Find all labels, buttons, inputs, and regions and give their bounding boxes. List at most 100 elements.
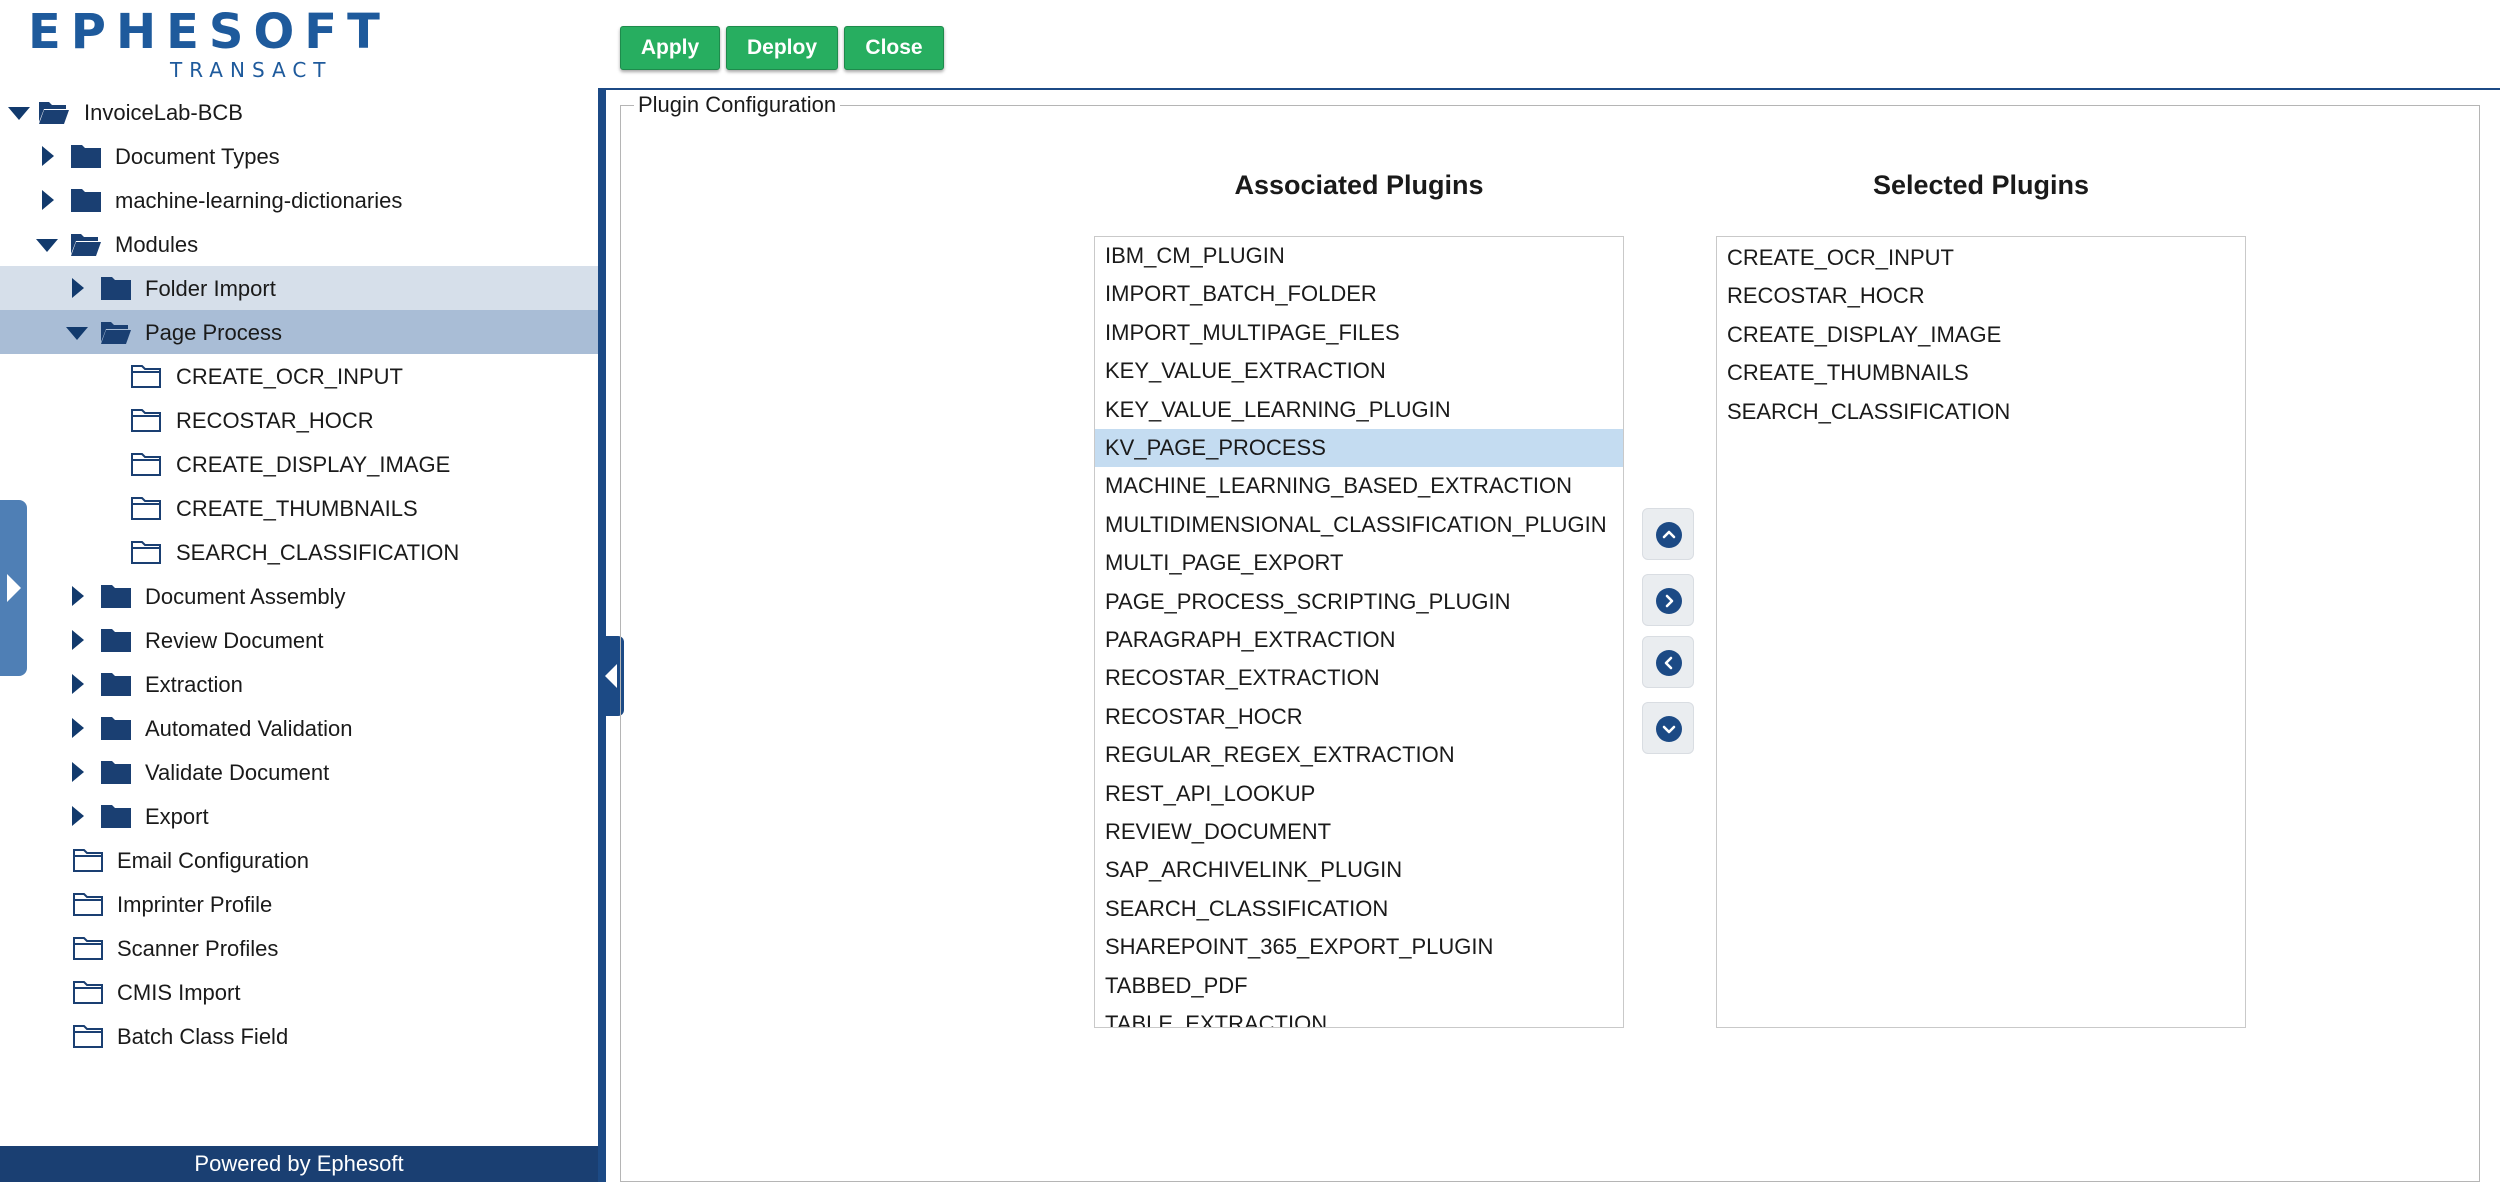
expand-arrow-icon[interactable] [68, 762, 88, 782]
folder-outline-icon [72, 846, 104, 874]
tree-item-plugin[interactable]: CREATE_OCR_INPUT [0, 354, 598, 398]
expand-arrow-icon[interactable] [38, 146, 58, 166]
plugin-list-item[interactable]: IMPORT_BATCH_FOLDER [1095, 275, 1623, 313]
move-up-button[interactable] [1642, 508, 1694, 560]
tree-label-batch-class-field: Batch Class Field [117, 1024, 289, 1049]
selected-plugins-title: Selected Plugins [1872, 170, 2090, 200]
tree-item-plugin[interactable]: SEARCH_CLASSIFICATION [0, 530, 598, 574]
plugin-list-item[interactable]: REGULAR_REGEX_EXTRACTION [1095, 736, 1623, 774]
plugin-list-item[interactable]: KV_PAGE_PROCESS [1095, 429, 1623, 467]
collapse-arrow-icon[interactable] [66, 322, 88, 342]
tree-label-ml-dictionaries: machine-learning-dictionaries [115, 188, 403, 213]
plugin-list-item[interactable]: CREATE_THUMBNAILS [1717, 354, 2245, 392]
move-down-button[interactable] [1642, 702, 1694, 754]
tree-item-document-types[interactable]: Document Types [0, 134, 598, 178]
folder-outline-icon [130, 450, 162, 478]
expand-sidebar-toggle[interactable] [0, 500, 27, 676]
plugin-list-item[interactable]: MULTIDIMENSIONAL_CLASSIFICATION_PLUGIN [1095, 506, 1623, 544]
tree-label-plugin: SEARCH_CLASSIFICATION [176, 540, 460, 565]
plugin-list-item[interactable]: REST_API_LOOKUP [1095, 775, 1623, 813]
plugin-list-item[interactable]: KEY_VALUE_EXTRACTION [1095, 352, 1623, 390]
tree-item-ml-dictionaries[interactable]: machine-learning-dictionaries [0, 178, 598, 222]
plugin-list-item[interactable]: CREATE_OCR_INPUT [1717, 239, 2245, 277]
plugin-list-item[interactable]: SAP_ARCHIVELINK_PLUGIN [1095, 851, 1623, 889]
tree-label-email-configuration: Email Configuration [117, 848, 309, 873]
plugin-list-item[interactable]: PAGE_PROCESS_SCRIPTING_PLUGIN [1095, 583, 1623, 621]
plugin-list-item[interactable]: TABLE_EXTRACTION [1095, 1005, 1623, 1027]
folder-icon [100, 274, 132, 302]
panel-splitter[interactable] [598, 88, 606, 1182]
remove-plugin-button[interactable] [1642, 636, 1694, 688]
folder-icon [100, 802, 132, 830]
tree-item-email-configuration[interactable]: Email Configuration [0, 838, 598, 882]
tree-item-document-assembly[interactable]: Document Assembly [0, 574, 598, 618]
tree-label-scanner-profiles: Scanner Profiles [117, 936, 279, 961]
tree-item-root[interactable]: InvoiceLab-BCB [0, 90, 598, 134]
plugin-list-item[interactable]: RECOSTAR_EXTRACTION [1095, 659, 1623, 697]
add-plugin-button[interactable] [1642, 574, 1694, 626]
folder-icon [100, 582, 132, 610]
tree-item-plugin[interactable]: CREATE_THUMBNAILS [0, 486, 598, 530]
tree-item-extraction[interactable]: Extraction [0, 662, 598, 706]
expand-arrow-icon[interactable] [68, 674, 88, 694]
plugin-list-item[interactable]: SHAREPOINT_365_EXPORT_PLUGIN [1095, 928, 1623, 966]
plugin-list-item[interactable]: REVIEW_DOCUMENT [1095, 813, 1623, 851]
collapse-arrow-icon[interactable] [36, 234, 58, 254]
plugin-list-item[interactable]: SEARCH_CLASSIFICATION [1717, 393, 2245, 431]
folder-outline-icon [130, 538, 162, 566]
tree-label-modules: Modules [115, 232, 199, 257]
plugin-list-item[interactable]: IMPORT_MULTIPAGE_FILES [1095, 314, 1623, 352]
plugin-list-item[interactable]: PARAGRAPH_EXTRACTION [1095, 621, 1623, 659]
expand-arrow-icon[interactable] [68, 630, 88, 650]
tree-item-folder-import[interactable]: Folder Import [0, 266, 598, 310]
folder-outline-icon [72, 934, 104, 962]
expand-arrow-icon[interactable] [68, 586, 88, 606]
tree-item-imprinter-profile[interactable]: Imprinter Profile [0, 882, 598, 926]
tree-item-automated-validation[interactable]: Automated Validation [0, 706, 598, 750]
tree-item-cmis-import[interactable]: CMIS Import [0, 970, 598, 1014]
folder-icon [100, 670, 132, 698]
folder-outline-icon [130, 494, 162, 522]
chevron-down-icon [1656, 716, 1682, 742]
expand-arrow-icon[interactable] [68, 806, 88, 826]
tree-item-plugin[interactable]: CREATE_DISPLAY_IMAGE [0, 442, 598, 486]
plugin-list-item[interactable]: RECOSTAR_HOCR [1717, 277, 2245, 315]
tree-label-cmis-import: CMIS Import [117, 980, 241, 1005]
plugin-list-item[interactable]: IBM_CM_PLUGIN [1095, 237, 1623, 275]
tree-item-export[interactable]: Export [0, 794, 598, 838]
powered-by-footer: Powered by Ephesoft [0, 1146, 598, 1182]
tree-item-scanner-profiles[interactable]: Scanner Profiles [0, 926, 598, 970]
expand-arrow-icon[interactable] [68, 278, 88, 298]
plugin-list-item[interactable]: MULTI_PAGE_EXPORT [1095, 544, 1623, 582]
folder-icon [70, 142, 102, 170]
close-button[interactable]: Close [844, 26, 944, 70]
tree-item-validate-document[interactable]: Validate Document [0, 750, 598, 794]
plugin-list-item[interactable]: CREATE_DISPLAY_IMAGE [1717, 316, 2245, 354]
expand-arrow-icon[interactable] [68, 718, 88, 738]
tree-label-plugin: CREATE_DISPLAY_IMAGE [176, 452, 451, 477]
tree-item-batch-class-field[interactable]: Batch Class Field [0, 1014, 598, 1058]
tree-label-plugin: RECOSTAR_HOCR [176, 408, 374, 433]
selected-plugins-list[interactable]: CREATE_OCR_INPUT RECOSTAR_HOCR CREATE_DISP… [1716, 236, 2246, 1028]
plugin-list-item[interactable]: TABBED_PDF [1095, 967, 1623, 1005]
chevron-left-icon [1656, 650, 1682, 676]
expand-arrow-icon[interactable] [38, 190, 58, 210]
panel-legend: Plugin Configuration [634, 92, 841, 118]
plugin-list-item[interactable]: RECOSTAR_HOCR [1095, 698, 1623, 736]
tree-label-document-assembly: Document Assembly [145, 584, 346, 609]
toolbar-divider [606, 88, 2500, 90]
tree-item-page-process[interactable]: Page Process [0, 310, 598, 354]
folder-open-icon [70, 230, 102, 258]
folder-open-icon [38, 98, 70, 126]
collapse-arrow-icon[interactable] [8, 102, 30, 122]
tree-item-review-document[interactable]: Review Document [0, 618, 598, 662]
tree-label-automated-validation: Automated Validation [145, 716, 353, 741]
deploy-button[interactable]: Deploy [726, 26, 838, 70]
plugin-list-item[interactable]: SEARCH_CLASSIFICATION [1095, 890, 1623, 928]
associated-plugins-list[interactable]: IBM_CM_PLUGIN IMPORT_BATCH_FOLDER IMPORT_M… [1094, 236, 1624, 1028]
tree-item-plugin[interactable]: RECOSTAR_HOCR [0, 398, 598, 442]
plugin-list-item[interactable]: KEY_VALUE_LEARNING_PLUGIN [1095, 391, 1623, 429]
plugin-list-item[interactable]: MACHINE_LEARNING_BASED_EXTRACTION [1095, 467, 1623, 505]
tree-item-modules[interactable]: Modules [0, 222, 598, 266]
apply-button[interactable]: Apply [620, 26, 720, 70]
